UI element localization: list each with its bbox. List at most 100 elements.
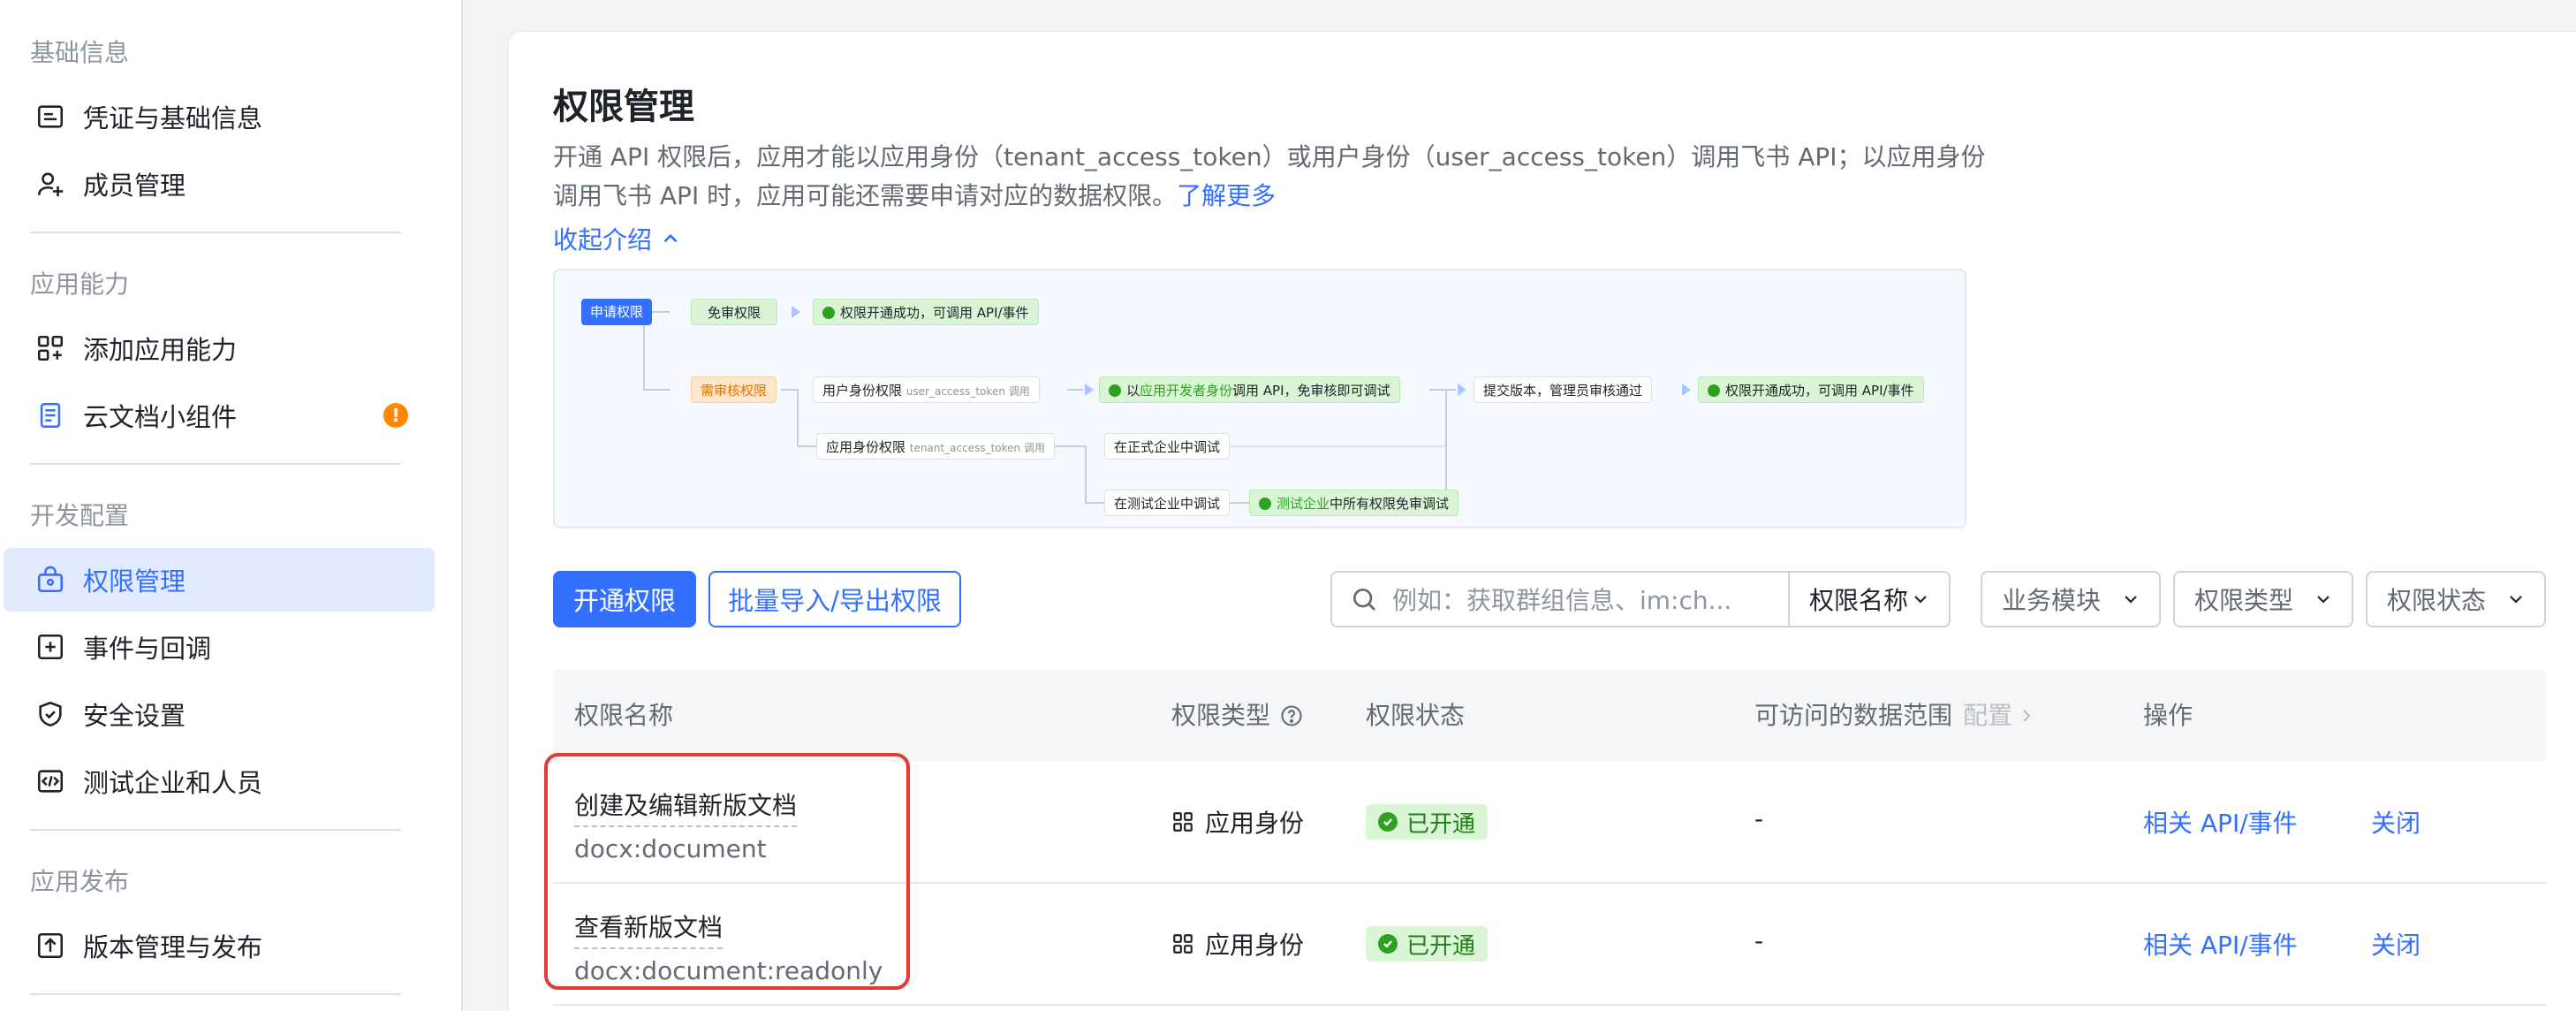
filter-permission-status[interactable]: 权限状态 xyxy=(2366,571,2546,627)
flow-node-dev-debug: 以应用开发者身份调用 API，免审核即可调试 xyxy=(1099,376,1400,403)
flow-text: 以 xyxy=(1126,383,1140,399)
check-icon xyxy=(1708,384,1720,397)
sidebar-item-events[interactable]: 事件与回调 xyxy=(4,615,435,679)
highlight-annotation-box xyxy=(544,753,910,990)
check-icon xyxy=(822,307,835,319)
sidebar-item-credentials[interactable]: 凭证与基础信息 xyxy=(4,85,435,148)
flow-arrow xyxy=(1682,384,1691,396)
bulk-import-export-button[interactable]: 批量导入/导出权限 xyxy=(708,571,961,627)
flow-line xyxy=(643,389,670,391)
sidebar-item-test-enterprise[interactable]: 测试企业和人员 xyxy=(4,749,435,813)
flow-arrow xyxy=(1458,384,1466,396)
sidebar-item-label: 安全设置 xyxy=(83,701,186,731)
flow-text: 中所有权限免审调试 xyxy=(1330,496,1450,512)
status-label: 已开通 xyxy=(1406,810,1476,838)
divider xyxy=(30,993,401,995)
dev-icon xyxy=(1259,498,1271,510)
flow-line xyxy=(1067,389,1083,391)
flow-node-need-review: 需审核权限 xyxy=(691,376,777,403)
flow-text: 调用 API，免审核即可调试 xyxy=(1232,383,1390,399)
filter-permission-name[interactable]: 权限名称 xyxy=(1788,571,1951,627)
column-header-name: 权限名称 xyxy=(574,701,674,730)
sidebar-item-add-capability[interactable]: 添加应用能力 xyxy=(4,316,435,380)
status-badge: 已开通 xyxy=(1366,926,1489,962)
check-circle-icon xyxy=(1378,812,1398,832)
type-label: 应用身份 xyxy=(1205,809,1305,838)
flow-node-success-2: 权限开通成功，可调用 API/事件 xyxy=(1698,376,1924,403)
collapse-label: 收起介绍 xyxy=(553,225,653,255)
filter-label: 权限类型 xyxy=(2194,586,2294,615)
sidebar-item-doc-widget[interactable]: 云文档小组件 ! xyxy=(4,384,435,447)
search-input[interactable]: 例如：获取群组信息、im:ch... xyxy=(1330,571,1793,627)
upload-icon xyxy=(35,931,65,961)
table-header: 权限名称 权限类型 权限状态 可访问的数据范围 配置 操作 xyxy=(553,670,2546,762)
flow-line xyxy=(1429,389,1456,391)
permission-type: 应用身份 xyxy=(1171,804,1304,840)
group-title-dev: 开发配置 xyxy=(30,501,130,530)
chevron-right-icon xyxy=(2023,710,2031,722)
flow-line xyxy=(797,445,816,447)
related-api-link[interactable]: 相关 API/事件 xyxy=(2143,926,2298,962)
sidebar-item-versions[interactable]: 版本管理与发布 xyxy=(4,914,435,977)
permission-flow-diagram: 申请权限 免审权限 权限开通成功，可调用 API/事件 需审核权限 用户身份权限… xyxy=(553,269,1966,528)
help-icon[interactable] xyxy=(1279,703,1304,728)
search-placeholder: 例如：获取群组信息、im:ch... xyxy=(1392,586,1732,615)
sidebar: 基础信息 凭证与基础信息 成员管理 应用能力 添加应用能力 云文档小组件 ! 开… xyxy=(0,0,463,1011)
filter-permission-type[interactable]: 权限类型 xyxy=(2173,571,2353,627)
sidebar-item-permissions[interactable]: 权限管理 xyxy=(4,548,435,612)
flow-node-submit: 提交版本，管理员审核通过 xyxy=(1474,376,1653,403)
chevron-down-icon xyxy=(1914,596,1927,604)
id-card-icon xyxy=(35,102,65,132)
sidebar-item-security[interactable]: 安全设置 xyxy=(4,682,435,746)
flow-node-apply: 申请权限 xyxy=(581,299,653,325)
app-add-icon xyxy=(35,333,65,363)
column-header-actions: 操作 xyxy=(2143,701,2193,730)
type-label: 应用身份 xyxy=(1205,931,1305,960)
filter-label: 权限名称 xyxy=(1809,586,1909,615)
flow-text: 权限开通成功，可调用 API/事件 xyxy=(840,305,1029,321)
learn-more-link[interactable]: 了解更多 xyxy=(1177,181,1276,210)
app-grid-icon xyxy=(1173,934,1193,954)
flow-node-success-1: 权限开通成功，可调用 API/事件 xyxy=(813,299,1039,325)
divider xyxy=(30,829,401,831)
sidebar-item-label: 测试企业和人员 xyxy=(83,768,263,798)
scope-config-link[interactable]: 配置 xyxy=(1963,670,2037,762)
event-icon xyxy=(35,632,65,662)
search-icon xyxy=(1353,589,1375,611)
data-scope: - xyxy=(1754,804,1764,833)
sidebar-item-label: 事件与回调 xyxy=(83,634,212,664)
sidebar-item-members[interactable]: 成员管理 xyxy=(4,152,435,216)
close-permission-link[interactable]: 关闭 xyxy=(2371,926,2421,962)
status-badge: 已开通 xyxy=(1366,804,1489,840)
config-label: 配置 xyxy=(1963,701,2013,730)
divider xyxy=(30,232,401,233)
flow-arrow xyxy=(1085,384,1094,396)
sidebar-item-label: 添加应用能力 xyxy=(83,335,238,365)
flow-line xyxy=(1445,389,1447,504)
close-permission-link[interactable]: 关闭 xyxy=(2371,804,2421,840)
flow-node-test-debug: 在测试企业中调试 xyxy=(1104,490,1231,516)
sidebar-item-label: 云文档小组件 xyxy=(83,402,238,432)
sidebar-item-label: 凭证与基础信息 xyxy=(83,103,263,133)
filter-label: 权限状态 xyxy=(2387,586,2487,615)
column-header-type: 权限类型 xyxy=(1171,670,1304,762)
status-label: 已开通 xyxy=(1406,932,1476,960)
collapse-intro-toggle[interactable]: 收起介绍 xyxy=(553,221,682,256)
warning-badge: ! xyxy=(383,403,408,428)
related-api-link[interactable]: 相关 API/事件 xyxy=(2143,804,2298,840)
user-add-icon xyxy=(35,169,65,199)
flow-text-small: tenant_access_token 调用 xyxy=(909,442,1045,454)
group-title-release: 应用发布 xyxy=(30,867,130,896)
chevron-down-icon xyxy=(2510,596,2522,604)
flow-node-app-identity: 应用身份权限 tenant_access_token 调用 xyxy=(816,433,1055,460)
check-circle-icon xyxy=(1378,934,1398,954)
flow-line xyxy=(1085,445,1087,504)
flow-text: 应用身份权限 xyxy=(826,439,906,455)
filter-label: 业务模块 xyxy=(2002,586,2102,615)
sidebar-item-label: 权限管理 xyxy=(83,566,186,597)
filter-business-module[interactable]: 业务模块 xyxy=(1981,571,2161,627)
doc-widget-icon xyxy=(35,400,65,430)
chevron-down-icon xyxy=(2125,596,2137,604)
group-title-basic: 基础信息 xyxy=(30,38,130,67)
enable-permission-button[interactable]: 开通权限 xyxy=(553,571,696,627)
